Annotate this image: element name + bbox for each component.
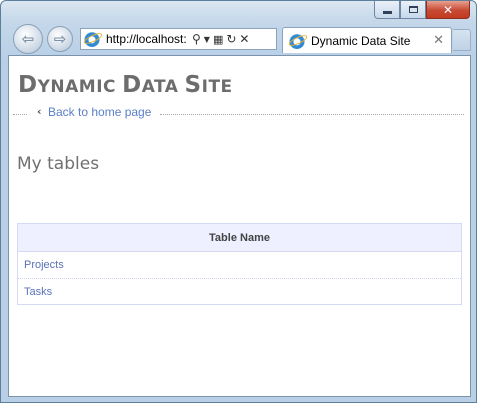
ie-logo-icon <box>84 31 100 47</box>
address-bar-icons: ⚲ ▼ ▦ ↻ ✕ <box>192 32 249 46</box>
address-url[interactable]: http://localhost: <box>106 32 190 46</box>
table-link-projects[interactable]: Projects <box>24 259 64 271</box>
tables-grid: Table Name Projects Tasks <box>17 223 462 305</box>
forward-button[interactable]: ⇨ <box>47 26 73 52</box>
close-window-button[interactable]: ✕ <box>426 1 470 19</box>
browser-window: ✕ ⇦ ⇨ http://localhost: ⚲ ▼ ▦ ↻ ✕ Dynami… <box>0 0 477 403</box>
column-header-table-name[interactable]: Table Name <box>209 232 270 244</box>
tab-ie-logo-icon <box>289 32 305 49</box>
tab-title: Dynamic Data Site <box>311 33 411 48</box>
divider <box>160 114 464 115</box>
chevron-left-icon: ‹ <box>37 105 42 118</box>
site-title-letter: D <box>122 72 142 98</box>
table-link-tasks[interactable]: Tasks <box>24 286 52 298</box>
site-title-word: ITE <box>201 77 233 97</box>
minimize-button[interactable] <box>374 1 400 19</box>
back-arrow-icon: ⇦ <box>21 29 35 48</box>
site-title-word: ATA <box>141 77 179 97</box>
tab-dynamic-data-site[interactable]: Dynamic Data Site ✕ <box>282 27 452 53</box>
navigation-bar: ⇦ ⇨ http://localhost: ⚲ ▼ ▦ ↻ ✕ Dynamic … <box>1 24 476 55</box>
back-to-home-link[interactable]: Back to home page <box>48 105 151 119</box>
grid-header: Table Name <box>18 224 461 252</box>
tab-close-icon[interactable]: ✕ <box>433 32 444 48</box>
site-title-letter: D <box>18 72 38 98</box>
stop-icon[interactable]: ✕ <box>239 32 249 46</box>
maximize-button[interactable] <box>400 1 426 19</box>
divider <box>13 114 27 115</box>
refresh-icon[interactable]: ↻ <box>226 32 236 46</box>
page-heading: My tables <box>17 154 100 174</box>
search-icon[interactable]: ⚲ <box>192 32 201 46</box>
window-controls: ✕ <box>374 1 470 19</box>
table-row: Projects <box>18 252 461 278</box>
site-title-letter: S <box>184 72 202 98</box>
compatibility-icon[interactable]: ▦ <box>213 33 223 46</box>
minimize-icon <box>382 11 392 14</box>
dropdown-icon[interactable]: ▼ <box>204 35 210 44</box>
close-icon: ✕ <box>442 2 454 17</box>
maximize-icon <box>408 6 418 13</box>
page-content: DYNAMIC DATA SITE ‹ Back to home page My… <box>8 55 471 397</box>
address-bar[interactable]: http://localhost: ⚲ ▼ ▦ ↻ ✕ <box>80 28 277 50</box>
back-button[interactable]: ⇦ <box>13 24 43 54</box>
new-tab-button[interactable] <box>453 29 471 51</box>
table-row: Tasks <box>18 278 461 304</box>
site-title-word: YNAMIC <box>37 77 117 97</box>
site-title: DYNAMIC DATA SITE <box>18 72 233 98</box>
breadcrumb: ‹ Back to home page <box>13 105 464 120</box>
forward-arrow-icon: ⇨ <box>53 29 67 48</box>
